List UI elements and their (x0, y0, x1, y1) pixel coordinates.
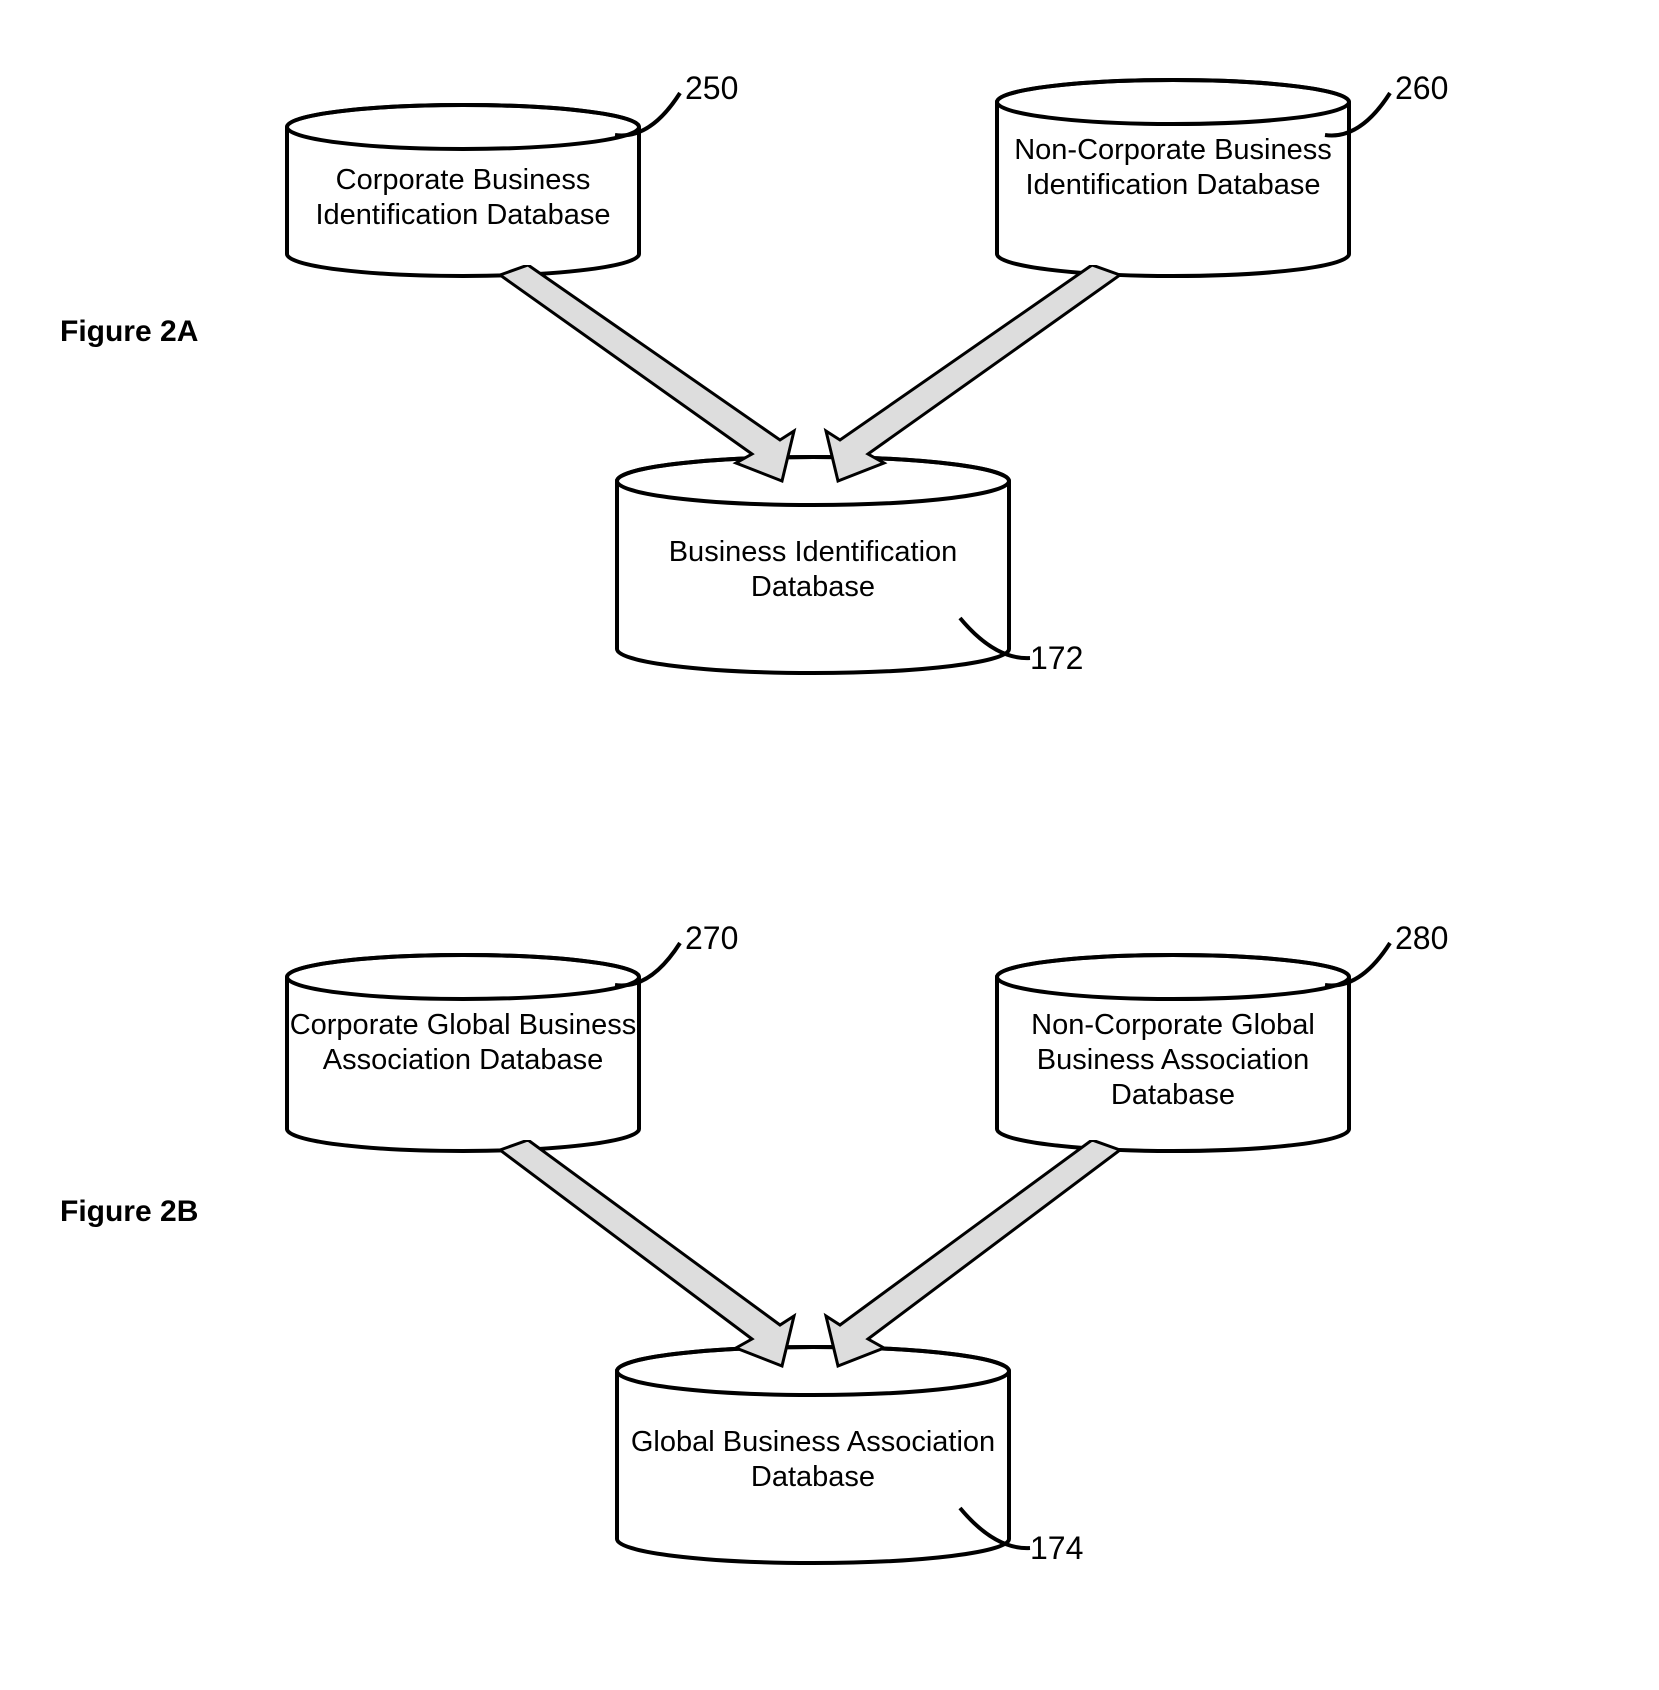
figure-2b-label: Figure 2B (60, 1195, 198, 1229)
arrow-noncorpglob-to-global (820, 1140, 1140, 1370)
arrow-noncorp-to-biz (820, 265, 1140, 485)
figure-2a-label: Figure 2A (60, 315, 198, 349)
page: Figure 2A Corporate Business Identificat… (0, 0, 1659, 1690)
cylinder-noncorp-biz-id: Non-Corporate Business Identification Da… (993, 78, 1353, 278)
ref-174: 174 (1030, 1530, 1083, 1567)
cylinder-noncorp-global-assoc: Non-Corporate Global Business Associatio… (993, 953, 1353, 1153)
arrow-corp-to-biz (480, 265, 800, 485)
cylinder-corp-global-assoc: Corporate Global Business Association Da… (283, 953, 643, 1153)
cylinder-corp-biz-id: Corporate Business Identification Databa… (283, 103, 643, 278)
ref-280: 280 (1395, 920, 1448, 957)
ref-172: 172 (1030, 640, 1083, 677)
ref-250: 250 (685, 70, 738, 107)
ref-270: 270 (685, 920, 738, 957)
cylinder-global-assoc: Global Business Association Database (613, 1345, 1013, 1565)
ref-260: 260 (1395, 70, 1448, 107)
cylinder-biz-id: Business Identification Database (613, 455, 1013, 675)
arrow-corpglob-to-global (480, 1140, 800, 1370)
